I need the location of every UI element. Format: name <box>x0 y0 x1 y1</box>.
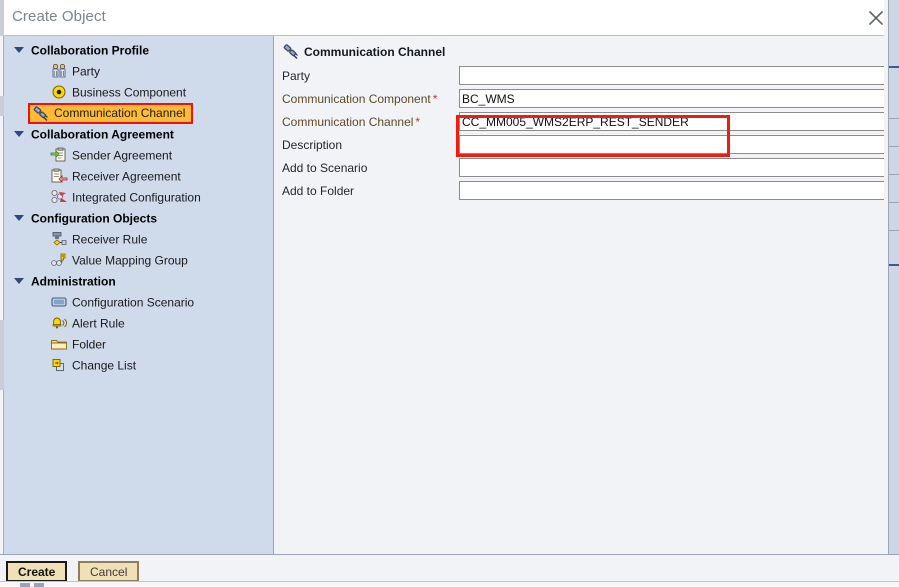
party-icon <box>50 63 68 79</box>
sender-agreement-icon <box>50 147 68 163</box>
background-scrollbar[interactable] <box>888 0 899 566</box>
caret-down-icon <box>14 277 24 284</box>
form-row-communication-component: Communication Component * <box>275 89 884 112</box>
create-object-dialog: Create Object Collaboration Profile Part… <box>0 0 899 587</box>
receiver-rule-icon <box>50 231 68 247</box>
create-button[interactable]: Create <box>6 561 68 582</box>
communication-channel-input[interactable] <box>459 112 884 131</box>
communication-channel-icon <box>32 105 50 122</box>
form-row-party: Party <box>275 66 884 89</box>
tree-item-party[interactable]: Party <box>4 61 273 82</box>
section-title: Communication Channel <box>304 45 446 59</box>
dialog-title: Create Object <box>12 8 106 25</box>
label-communication-channel: Communication Channel * <box>282 115 421 129</box>
add-to-scenario-input[interactable] <box>459 158 884 177</box>
tree-group-collaboration-agreement[interactable]: Collaboration Agreement <box>4 124 273 145</box>
change-list-icon <box>50 357 68 373</box>
communication-channel-icon <box>282 44 300 60</box>
tree-item-configuration-scenario[interactable]: Configuration Scenario <box>4 292 273 313</box>
alert-rule-icon <box>50 315 68 331</box>
business-component-icon <box>50 84 68 100</box>
tree-group-collaboration-profile[interactable]: Collaboration Profile <box>4 40 273 61</box>
value-mapping-group-icon <box>50 252 68 268</box>
form-row-description: Description <box>275 135 884 158</box>
tree-item-change-list[interactable]: Change List <box>4 355 273 376</box>
object-attributes-form: Party Communication Component* Communica… <box>275 66 884 204</box>
communication-channel-form-panel: Communication Channel Party Communicatio… <box>275 36 884 554</box>
caret-down-icon <box>14 130 24 137</box>
tree-item-folder[interactable]: Folder <box>4 334 273 355</box>
tree-item-business-component[interactable]: Business Component <box>4 82 273 103</box>
right-window-edge <box>884 0 899 586</box>
label-description: Description <box>282 138 343 152</box>
tree-item-communication-channel[interactable]: Communication Channel <box>4 103 273 124</box>
label-communication-component: Communication Component * <box>282 92 438 106</box>
dialog-titlebar: Create Object <box>4 0 899 36</box>
integrated-configuration-icon <box>50 189 68 205</box>
object-type-tree: Collaboration Profile Party Business Com… <box>4 40 273 376</box>
tree-item-receiver-agreement[interactable]: Receiver Agreement <box>4 166 273 187</box>
caret-down-icon <box>14 46 24 53</box>
configuration-scenario-icon <box>50 294 68 310</box>
form-row-add-to-folder: Add to Folder <box>275 181 884 204</box>
label-add-to-scenario: Add to Scenario <box>282 161 368 175</box>
section-header: Communication Channel <box>282 44 445 60</box>
party-input[interactable] <box>459 66 884 85</box>
object-type-tree-panel: Collaboration Profile Party Business Com… <box>4 36 274 554</box>
label-party: Party <box>282 69 311 83</box>
folder-icon <box>50 336 68 352</box>
tree-item-alert-rule[interactable]: Alert Rule <box>4 313 273 334</box>
caret-down-icon <box>14 214 24 221</box>
description-input[interactable] <box>459 135 884 154</box>
tree-item-communication-channel-highlight[interactable]: Communication Channel <box>28 103 194 124</box>
cancel-button[interactable]: Cancel <box>78 561 140 582</box>
form-row-communication-channel: Communication Channel * <box>275 112 884 135</box>
tree-item-receiver-rule[interactable]: Receiver Rule <box>4 229 273 250</box>
bottom-edge-strip <box>0 581 899 587</box>
form-row-add-to-scenario: Add to Scenario <box>275 158 884 181</box>
add-to-folder-input[interactable] <box>459 181 884 200</box>
tree-group-administration[interactable]: Administration <box>4 271 273 292</box>
tree-item-value-mapping-group[interactable]: Value Mapping Group <box>4 250 273 271</box>
tree-item-sender-agreement[interactable]: Sender Agreement <box>4 145 273 166</box>
tree-item-integrated-configuration[interactable]: Integrated Configuration <box>4 187 273 208</box>
communication-component-input[interactable] <box>459 89 884 108</box>
label-add-to-folder: Add to Folder <box>282 184 355 198</box>
receiver-agreement-icon <box>50 168 68 184</box>
tree-group-configuration-objects[interactable]: Configuration Objects <box>4 208 273 229</box>
